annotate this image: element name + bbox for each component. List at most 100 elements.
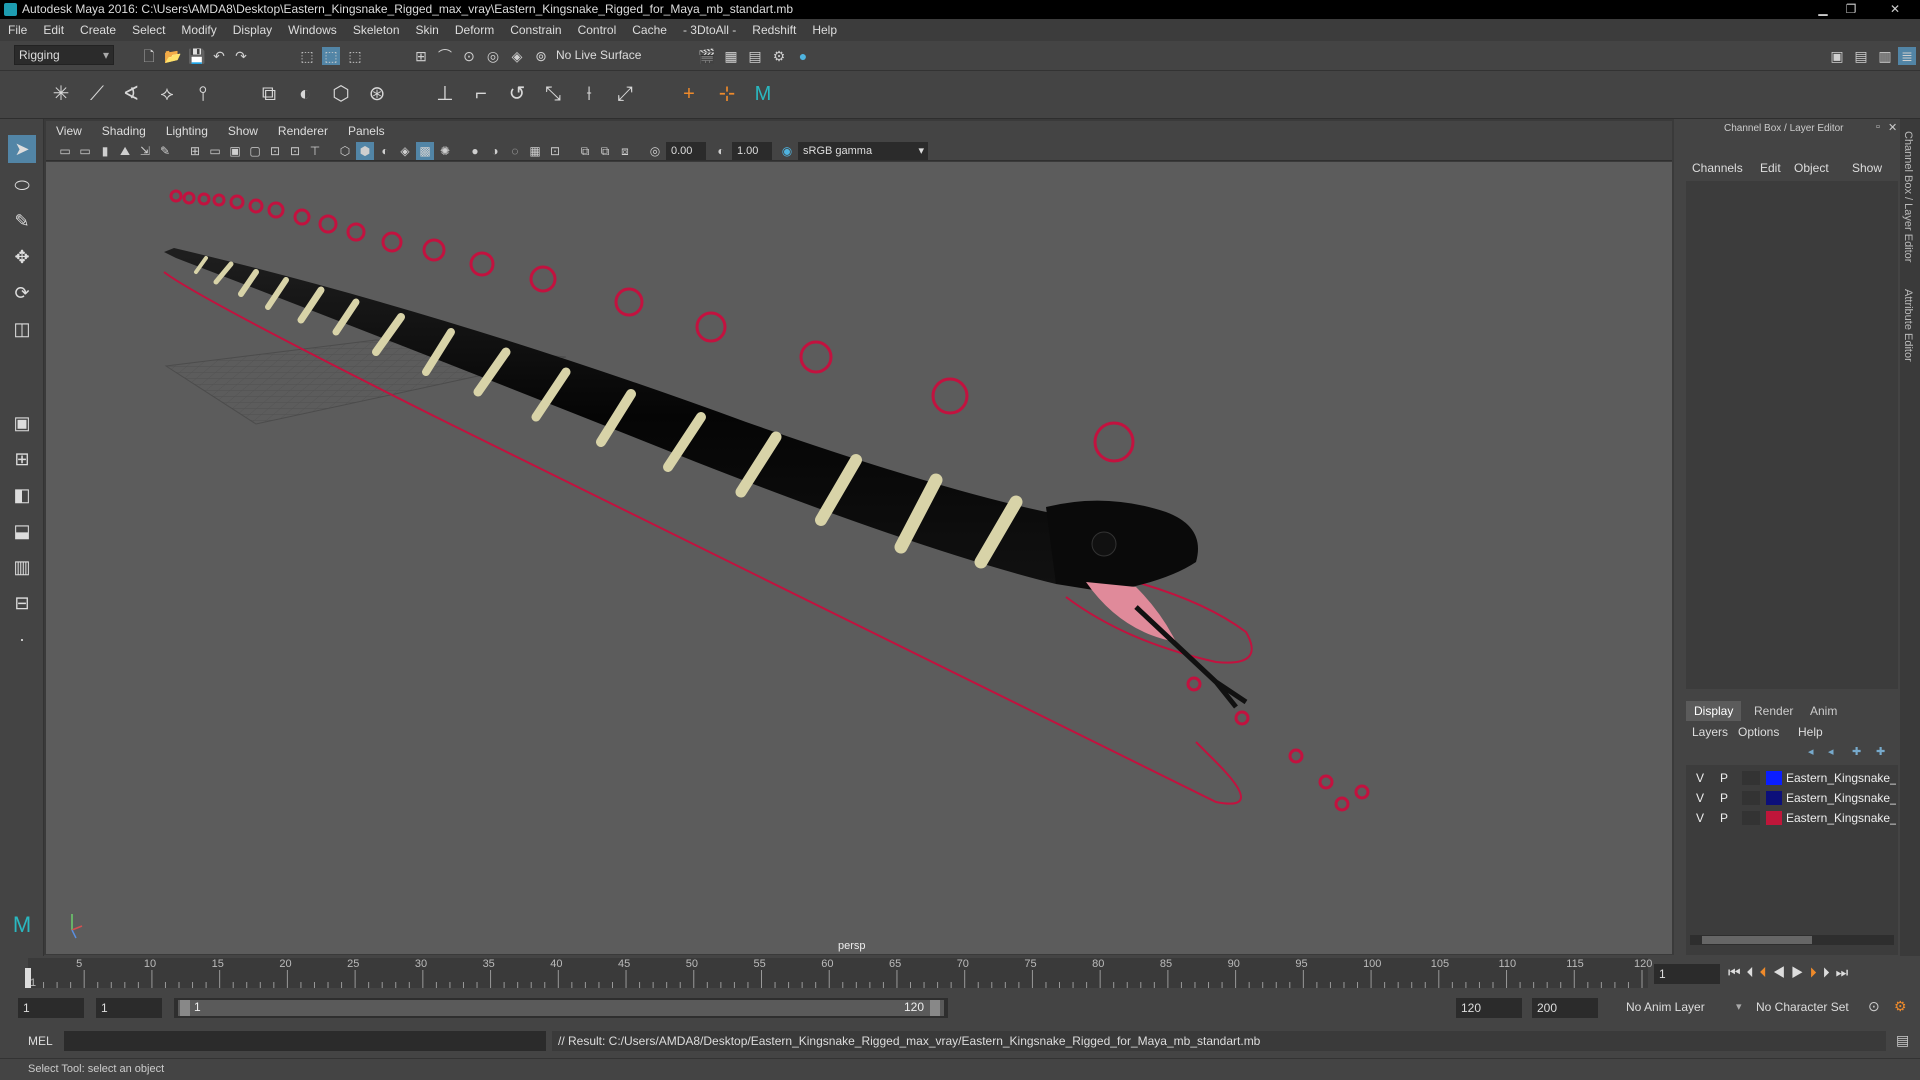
redo-icon[interactable]: ↷: [232, 47, 250, 65]
render-settings-icon[interactable]: ⚙: [770, 47, 788, 65]
orient-constraint-icon[interactable]: ↺: [504, 81, 530, 107]
layer-move-down-icon[interactable]: ◂: [1828, 745, 1834, 758]
layer-color-swatch[interactable]: [1766, 771, 1782, 785]
step-forward-frame-icon[interactable]: ⏵: [1810, 964, 1823, 980]
cluster-icon[interactable]: ⊛: [364, 81, 390, 107]
scale-constraint-icon[interactable]: ⤡: [540, 81, 566, 107]
end-time-field[interactable]: 200: [1532, 998, 1598, 1018]
layout-outliner-icon[interactable]: ⊟: [8, 589, 36, 617]
new-layer-icon[interactable]: ✚: [1852, 745, 1861, 758]
layer-playback-toggle[interactable]: P: [1720, 789, 1728, 807]
snap-point-icon[interactable]: ⊙: [460, 47, 478, 65]
safe-title-icon[interactable]: ⊤: [306, 142, 324, 160]
menu-skin[interactable]: Skin: [408, 19, 447, 41]
custom-layout-icon[interactable]: ·: [8, 625, 36, 653]
go-to-end-icon[interactable]: ⏭: [1836, 964, 1855, 980]
layer-display-type[interactable]: [1742, 791, 1760, 805]
shadows-icon[interactable]: ●: [466, 142, 484, 160]
layer-name[interactable]: Eastern_Kingsnake_bo: [1786, 789, 1896, 807]
minimize-icon[interactable]: ▁: [1812, 1, 1834, 17]
layer-name[interactable]: Eastern_Kingsnake_Rig: [1786, 769, 1896, 787]
film-gate-icon[interactable]: ▭: [206, 142, 224, 160]
bind-skin-icon[interactable]: ⧉: [256, 81, 282, 107]
anti-aliasing-icon[interactable]: ▦: [526, 142, 544, 160]
channel-list[interactable]: [1686, 181, 1898, 689]
menu-constrain[interactable]: Constrain: [502, 19, 569, 41]
new-scene-icon[interactable]: 🗋: [140, 47, 158, 65]
render-frame-icon[interactable]: 🎬: [698, 47, 716, 65]
object-menu[interactable]: Object: [1794, 161, 1829, 175]
go-to-start-icon[interactable]: ⏮: [1728, 964, 1747, 980]
character-set-dropdown[interactable]: No Character Set: [1756, 1000, 1849, 1014]
gamma-field[interactable]: 1.00: [732, 142, 772, 160]
snap-surface-icon[interactable]: ◈: [508, 47, 526, 65]
layers-menu[interactable]: Layers: [1692, 725, 1728, 739]
layer-move-up-icon[interactable]: ◂: [1808, 745, 1814, 758]
scale-tool-icon[interactable]: ◫: [8, 315, 36, 343]
menu-display[interactable]: Display: [225, 19, 280, 41]
lasso-tool-icon[interactable]: ⬭: [8, 171, 36, 199]
modeling-toolkit-icon[interactable]: ▣: [1828, 47, 1846, 65]
play-backwards-icon[interactable]: ◀: [1773, 964, 1792, 980]
step-back-frame-icon[interactable]: ⏴: [1760, 964, 1773, 980]
joint-tool-icon[interactable]: ✳: [48, 81, 74, 107]
snap-view-icon[interactable]: ◎: [484, 47, 502, 65]
menu-modify[interactable]: Modify: [173, 19, 224, 41]
tab-attribute-editor[interactable]: Attribute Editor: [1902, 289, 1914, 362]
layer-color-swatch[interactable]: [1766, 791, 1782, 805]
maya-home-icon[interactable]: M: [8, 911, 36, 939]
attribute-editor-toggle-icon[interactable]: ▤: [1852, 47, 1870, 65]
current-frame-field[interactable]: 1: [1654, 964, 1720, 984]
paint-select-icon[interactable]: ✎: [8, 207, 36, 235]
color-management-icon[interactable]: ◉: [778, 142, 796, 160]
pole-vector-icon[interactable]: ⤢: [612, 81, 638, 107]
panel-menu-shading[interactable]: Shading: [92, 121, 156, 141]
time-slider[interactable]: 1 5 10 15 20 25 30 35 40 45 50 55 60 65 70 75 80 85 90 95 10…: [0, 956, 1920, 996]
mirror-joint-icon[interactable]: ∢: [118, 81, 144, 107]
options-menu[interactable]: Options: [1738, 725, 1779, 739]
wireframe-icon[interactable]: ⬡: [336, 142, 354, 160]
range-start-handle[interactable]: [180, 1000, 190, 1016]
ik-spline-icon[interactable]: ⫯: [190, 81, 216, 107]
camera-attributes-icon[interactable]: ▭: [76, 142, 94, 160]
menu-cache[interactable]: Cache: [624, 19, 675, 41]
anim-layer-dropdown[interactable]: No Anim Layer: [1626, 1000, 1705, 1014]
close-panel-icon[interactable]: ✕: [1888, 121, 1897, 134]
tool-settings-toggle-icon[interactable]: ▥: [1876, 47, 1894, 65]
lattice-icon[interactable]: ⬡: [328, 81, 354, 107]
resolution-gate-icon[interactable]: ▣: [226, 142, 244, 160]
tab-display[interactable]: Display: [1686, 701, 1742, 721]
default-material-icon[interactable]: ◐: [376, 142, 394, 160]
image-plane-icon[interactable]: ⛰: [116, 142, 134, 160]
view-transform-dropdown[interactable]: sRGB gamma ▾: [798, 142, 928, 160]
preferences-icon[interactable]: ⚙: [1894, 998, 1907, 1015]
parent-constraint-icon[interactable]: ⟊: [576, 81, 602, 107]
safe-action-icon[interactable]: ⊡: [286, 142, 304, 160]
textured-icon[interactable]: ▩: [416, 142, 434, 160]
persp-graph-icon[interactable]: ⬓: [8, 517, 36, 545]
undo-icon[interactable]: ↶: [210, 47, 228, 65]
script-editor-icon[interactable]: ▤: [1896, 1032, 1909, 1049]
hypershade-icon[interactable]: ●: [794, 47, 812, 65]
select-tool-icon[interactable]: ➤: [8, 135, 36, 163]
playback-end-field[interactable]: 120: [1456, 998, 1522, 1018]
3dtoall-icon[interactable]: M: [750, 81, 776, 107]
bookmark-icon[interactable]: ▮: [96, 142, 114, 160]
channels-menu[interactable]: Channels: [1692, 161, 1743, 175]
layer-visibility-toggle[interactable]: V: [1696, 769, 1704, 787]
render-sequence-icon[interactable]: ▦: [722, 47, 740, 65]
grease-pencil-icon[interactable]: ✎: [156, 142, 174, 160]
ik-handle-icon[interactable]: ⟡: [154, 81, 180, 107]
start-time-field[interactable]: 1: [18, 998, 84, 1018]
select-object-icon[interactable]: ⬚: [322, 47, 340, 65]
menu-windows[interactable]: Windows: [280, 19, 345, 41]
camera-select-icon[interactable]: ▭: [56, 142, 74, 160]
layer-row[interactable]: V P Eastern_Kingsnake_Rig: [1696, 769, 1896, 787]
field-chart-icon[interactable]: ⊡: [266, 142, 284, 160]
snap-curve-icon[interactable]: ⌒: [436, 47, 454, 65]
ipr-render-icon[interactable]: ▤: [746, 47, 764, 65]
move-tool-icon[interactable]: ✥: [8, 243, 36, 271]
single-view-icon[interactable]: ▣: [8, 409, 36, 437]
menu-help[interactable]: Help: [804, 19, 845, 41]
four-view-icon[interactable]: ⊞: [8, 445, 36, 473]
